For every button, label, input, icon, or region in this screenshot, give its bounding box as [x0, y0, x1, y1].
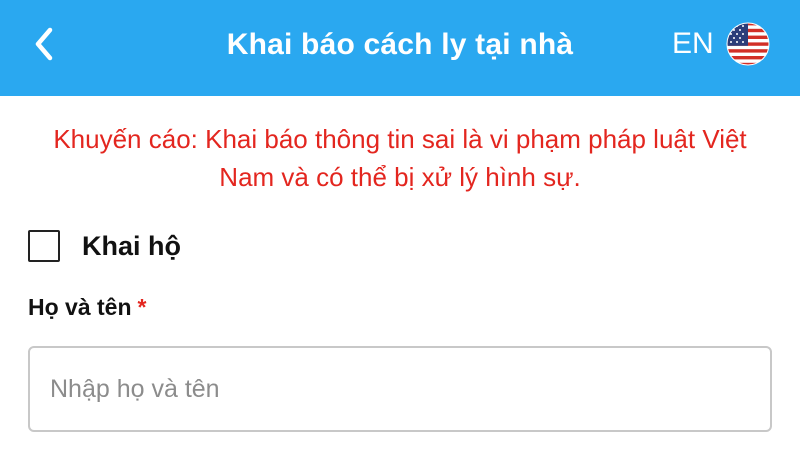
home-quarantine-declaration-screen: Khai báo cách ly tại nhà EN Khuyến cáo: … [0, 0, 800, 450]
full-name-label: Họ và tên * [28, 292, 146, 322]
language-code: EN [672, 27, 714, 60]
proxy-declaration-toggle[interactable]: Khai hộ [28, 226, 181, 266]
legal-warning-text: Khuyến cáo: Khai báo thông tin sai là vi… [53, 124, 747, 192]
proxy-declaration-checkbox[interactable] [28, 230, 60, 262]
required-mark: * [137, 294, 147, 320]
full-name-label-text: Họ và tên [28, 294, 132, 320]
app-header: Khai báo cách ly tại nhà EN [0, 0, 800, 96]
us-flag-icon [726, 22, 770, 66]
language-switch[interactable]: EN [672, 22, 770, 66]
full-name-input[interactable] [28, 346, 772, 432]
proxy-declaration-label: Khai hộ [82, 231, 181, 261]
